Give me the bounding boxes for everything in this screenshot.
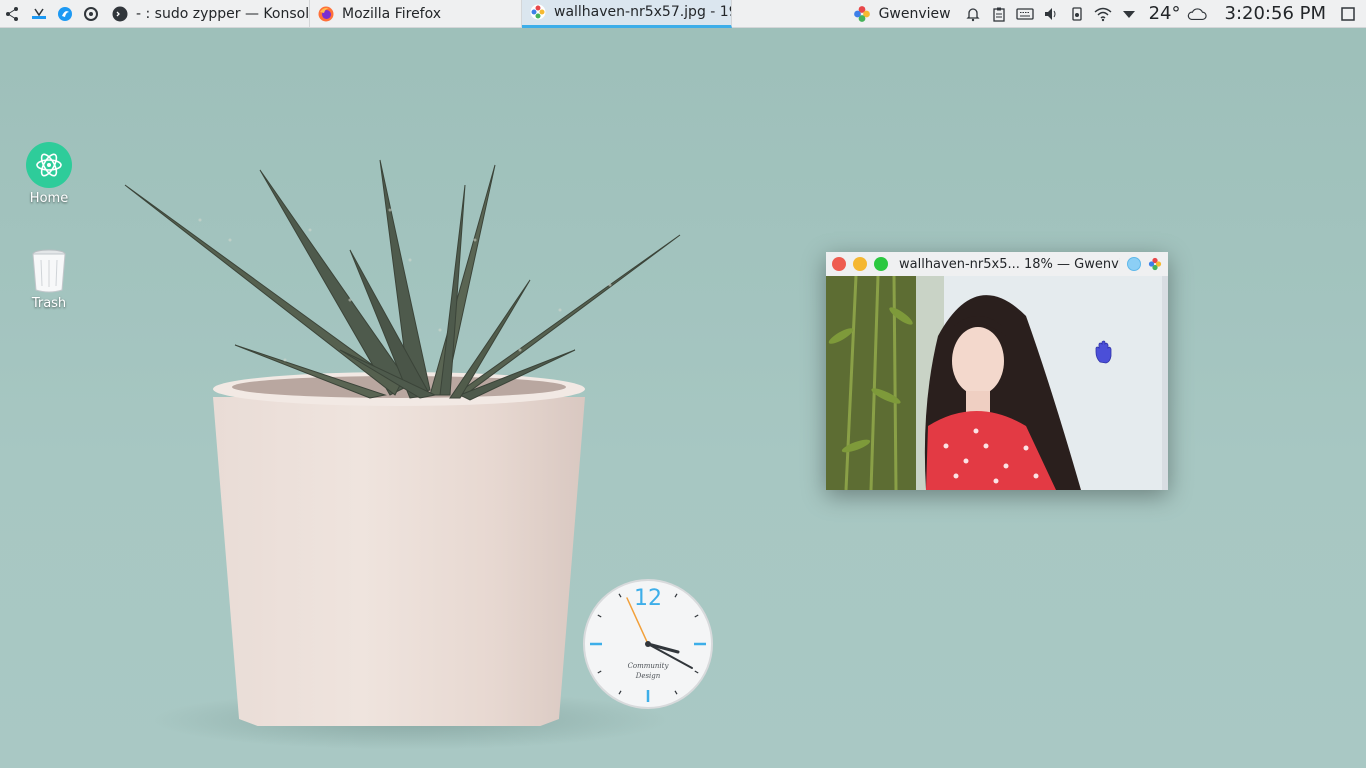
active-app-name: Gwenview [878,5,951,22]
task-gwenview[interactable]: wallhaven-nr5x57.jpg - 192... [522,0,732,28]
wallpaper-succulent [124,159,681,401]
desktop-icon-label: Home [29,191,69,206]
network-button[interactable] [1093,4,1113,24]
firefox-icon [318,6,334,21]
clock-numeral: 12 [634,586,662,611]
image-view[interactable] [826,276,1168,490]
keep-above-button[interactable] [1127,257,1141,271]
task-label: - : sudo zypper — Konsole [136,5,310,22]
global-menu-app[interactable]: Gwenview [853,5,951,23]
clipboard-icon [992,7,1005,22]
app-launcher-button[interactable] [0,0,26,28]
gwenview-icon[interactable] [1148,257,1162,271]
analog-clock-widget[interactable]: 12 Community Design [582,578,714,710]
bell-icon [966,7,980,21]
desktop-icon-label: Trash [31,296,67,311]
clock-brand-line1: Community [628,662,670,670]
weather-button[interactable] [1187,4,1207,24]
clock-face: 12 Community Design [583,579,713,709]
hand-cursor-icon [1095,340,1112,364]
minimize-button[interactable] [853,257,867,271]
gwenview-window[interactable]: wallhaven-nr5x5... 18% — Gwenview [826,252,1168,490]
task-label: Mozilla Firefox [342,5,442,22]
close-button[interactable] [832,257,846,271]
notifications-button[interactable] [963,4,983,24]
apps-icon [6,6,18,21]
gear-icon [84,6,98,21]
wallpaper-pot [213,397,585,726]
device-notifier-button[interactable] [1067,4,1087,24]
dolphin-launcher[interactable] [52,0,78,28]
window-titlebar[interactable]: wallhaven-nr5x5... 18% — Gwenview [826,252,1168,276]
settings-launcher[interactable] [78,0,104,28]
task-label: wallhaven-nr5x57.jpg - 192... [554,4,731,20]
cloud-icon [1187,7,1207,20]
gwenview-icon [853,5,870,22]
weather-temperature[interactable]: 24° [1149,3,1181,24]
speaker-icon [1044,7,1056,20]
dolphin-icon [58,6,72,21]
desktop-home[interactable]: Home [9,141,89,206]
system-tray: Gwenview 24° 3:20:56 PM [853,0,1366,28]
terminal-icon [112,6,128,21]
show-desktop-button[interactable] [26,0,52,28]
desktop-icon [32,8,46,19]
task-firefox[interactable]: Mozilla Firefox [310,0,522,28]
triangle-down-icon [1122,10,1135,18]
square-icon [1341,6,1355,21]
keyboard-layout-button[interactable] [1015,4,1035,24]
task-konsole[interactable]: - : sudo zypper — Konsole [104,0,310,28]
photo-content [826,276,1168,490]
trash-icon [25,246,73,294]
show-desktop-tray-button[interactable] [1338,4,1358,24]
window-title: wallhaven-nr5x5... 18% — Gwenview [899,256,1120,272]
volume-button[interactable] [1041,4,1061,24]
digital-clock[interactable]: 3:20:56 PM [1225,3,1327,24]
clipboard-button[interactable] [989,4,1009,24]
wifi-icon [1094,7,1112,21]
clock-brand-line2: Design [635,672,661,680]
top-panel: - : sudo zypper — Konsole Mozilla Firefo… [0,0,1366,28]
gwenview-icon [530,4,546,20]
tray-expand-button[interactable] [1119,4,1139,24]
desktop-trash[interactable]: Trash [9,246,89,311]
maximize-button[interactable] [874,257,888,271]
usb-device-icon [1071,6,1082,21]
keyboard-icon [1015,7,1034,20]
home-atom-icon [25,141,73,189]
